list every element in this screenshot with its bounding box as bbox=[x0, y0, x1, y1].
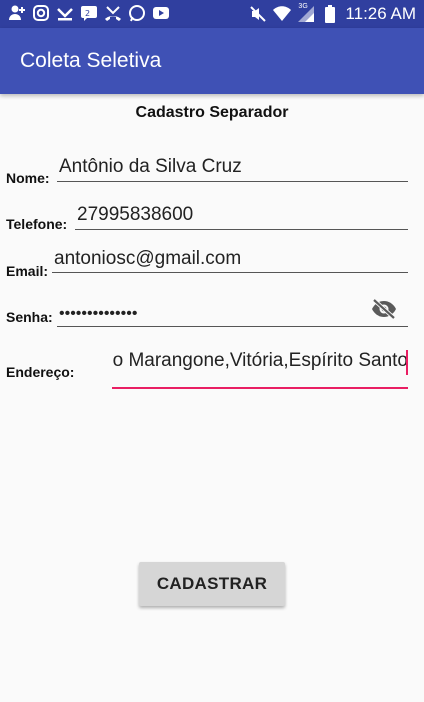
wifi-icon bbox=[273, 5, 292, 23]
endereco-label: Endereço: bbox=[6, 364, 75, 380]
telefone-label: Telefone: bbox=[6, 216, 68, 232]
app-bar: Coleta Seletiva bbox=[0, 28, 424, 94]
endereco-field[interactable]: o Marangone,Vitória,Espírito Santo bbox=[112, 346, 408, 380]
form-title: Cadastro Separador bbox=[135, 104, 289, 121]
battery-icon bbox=[321, 5, 339, 23]
svg-text:2: 2 bbox=[85, 9, 90, 18]
network-label: 3G bbox=[298, 3, 308, 10]
endereco-underline bbox=[112, 387, 408, 389]
app-title: Coleta Seletiva bbox=[20, 49, 162, 72]
text-cursor bbox=[406, 350, 408, 375]
email-field[interactable]: antoniosc@gmail.com bbox=[54, 248, 241, 270]
password-visibility-toggle-icon[interactable] bbox=[370, 298, 398, 320]
senha-label: Senha: bbox=[6, 309, 53, 325]
missed-call-icon bbox=[104, 4, 122, 22]
nome-field[interactable]: Antônio da Silva Cruz bbox=[59, 156, 242, 178]
system-icons: 3G 11:26 AM bbox=[249, 3, 416, 24]
telefone-underline bbox=[75, 229, 408, 230]
email-underline bbox=[52, 272, 408, 273]
add-person-icon bbox=[8, 4, 26, 22]
notification-icon: 2 bbox=[80, 4, 98, 22]
signal-icon: 3G bbox=[297, 3, 315, 23]
clock: 11:26 AM bbox=[345, 4, 416, 23]
mute-icon bbox=[249, 5, 267, 23]
youtube-icon bbox=[152, 4, 170, 22]
endereco-value: o Marangone,Vitória,Espírito Santo bbox=[112, 350, 408, 371]
instagram-icon bbox=[32, 4, 50, 22]
password-field[interactable]: •••••••••••••• bbox=[59, 305, 137, 323]
whatsapp-icon bbox=[128, 4, 146, 22]
email-label: Email: bbox=[6, 263, 49, 279]
cadastrar-button[interactable]: CADASTRAR bbox=[139, 562, 285, 606]
telefone-field[interactable]: 27995838600 bbox=[77, 204, 193, 226]
nome-underline bbox=[57, 181, 408, 182]
notification-icons: 2 bbox=[8, 4, 170, 22]
nome-label: Nome: bbox=[6, 170, 50, 186]
senha-underline bbox=[57, 326, 408, 327]
download-icon bbox=[56, 4, 74, 22]
status-bar: 2 3G 11:26 AM bbox=[0, 0, 424, 28]
